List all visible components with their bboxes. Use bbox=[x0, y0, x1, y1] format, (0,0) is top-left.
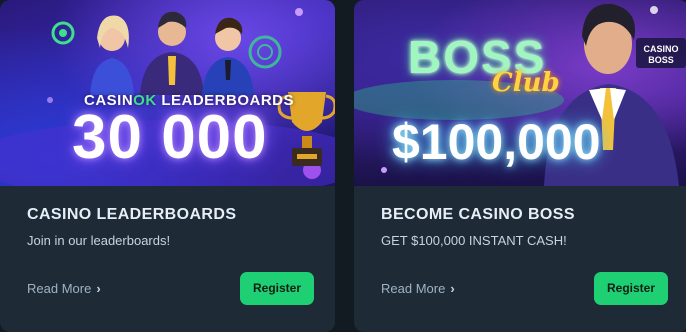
banner-prize-amount: $100,000 bbox=[392, 114, 601, 170]
register-button[interactable]: Register bbox=[594, 272, 668, 305]
character-woman bbox=[90, 15, 134, 95]
card-subtitle: GET $100,000 INSTANT CASH! bbox=[381, 233, 567, 248]
read-more-link[interactable]: Read More › bbox=[381, 281, 455, 296]
card-title: CASINO LEADERBOARDS bbox=[27, 206, 237, 223]
read-more-label: Read More bbox=[381, 281, 446, 296]
promo-banner-leaderboards[interactable]: CASINOK LEADERBOARDS 30 000 bbox=[0, 0, 335, 186]
casino-chip-icon bbox=[51, 21, 75, 45]
character-man-suit bbox=[140, 11, 204, 95]
read-more-label: Read More bbox=[27, 281, 92, 296]
casino-boss-sign: CASINO BOSS bbox=[643, 44, 679, 65]
promo-card-leaderboards: CASINOK LEADERBOARDS 30 000 CASINO LEADE… bbox=[0, 0, 335, 332]
chevron-right-icon: › bbox=[96, 281, 101, 296]
club-logo: Club bbox=[492, 68, 560, 98]
card-subtitle: Join in our leaderboards! bbox=[27, 233, 171, 248]
read-more-link[interactable]: Read More › bbox=[27, 281, 101, 296]
chevron-right-icon: › bbox=[450, 281, 455, 296]
register-button[interactable]: Register bbox=[240, 272, 314, 305]
card-title: BECOME CASINO BOSS bbox=[381, 206, 575, 223]
character-young-man bbox=[202, 17, 254, 95]
promo-card-casino-boss: BOSS Club CASINO BOSS $100,000 BECOME CA… bbox=[354, 0, 686, 332]
promo-banner-casino-boss[interactable]: BOSS Club CASINO BOSS $100,000 bbox=[354, 0, 686, 186]
casino-chip-icon bbox=[248, 35, 282, 69]
banner-prize-amount: 30 000 bbox=[72, 103, 268, 172]
